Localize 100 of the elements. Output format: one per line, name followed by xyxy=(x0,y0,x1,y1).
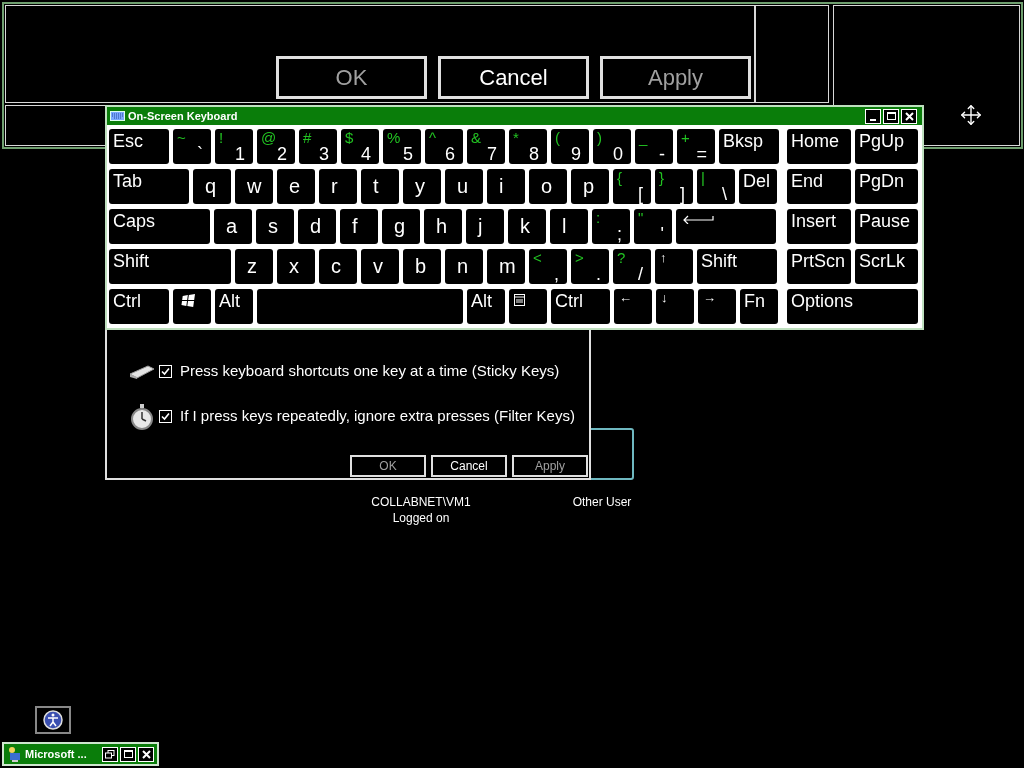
key[interactable]: n xyxy=(445,249,483,284)
accessibility-button[interactable] xyxy=(35,706,71,734)
key[interactable]: u xyxy=(445,169,483,204)
menu-key[interactable] xyxy=(509,289,547,324)
close-button[interactable] xyxy=(138,746,154,762)
key[interactable]: > . xyxy=(571,249,609,284)
key[interactable]: q xyxy=(193,169,231,204)
key[interactable]: k xyxy=(508,209,546,244)
key[interactable]: % 5 xyxy=(383,129,421,164)
key[interactable]: a xyxy=(214,209,252,244)
key[interactable]: t xyxy=(361,169,399,204)
user-name: Other User xyxy=(572,494,632,510)
taskbar-window[interactable]: Microsoft ... xyxy=(2,742,159,766)
key[interactable]: Bksp xyxy=(719,129,779,164)
key[interactable]: & 7 xyxy=(467,129,505,164)
key[interactable]: } ] xyxy=(655,169,693,204)
key[interactable]: ! 1 xyxy=(215,129,253,164)
key[interactable]: Options xyxy=(787,289,918,324)
key[interactable]: Insert xyxy=(787,209,851,244)
key[interactable]: # 3 xyxy=(299,129,337,164)
option-label: If I press keys repeatedly, ignore extra presses (Filter Keys) xyxy=(180,406,575,427)
key[interactable]: End xyxy=(787,169,851,204)
key[interactable]: m xyxy=(487,249,525,284)
key[interactable]: Fn xyxy=(740,289,778,324)
key[interactable]: y xyxy=(403,169,441,204)
key[interactable]: < , xyxy=(529,249,567,284)
key[interactable]: $ 4 xyxy=(341,129,379,164)
key[interactable]: { [ xyxy=(613,169,651,204)
key[interactable]: Home xyxy=(787,129,851,164)
key[interactable]: Pause xyxy=(855,209,918,244)
key[interactable]: ↑ xyxy=(655,249,693,284)
key[interactable]: Esc xyxy=(109,129,169,164)
maximize-button[interactable] xyxy=(883,108,899,124)
key[interactable]: → xyxy=(698,289,736,324)
windows-key[interactable] xyxy=(173,289,211,324)
move-cursor-icon xyxy=(960,104,982,126)
key[interactable]: i xyxy=(487,169,525,204)
key[interactable]: ↓ xyxy=(656,289,694,324)
key[interactable]: ) 0 xyxy=(593,129,631,164)
key[interactable]: : ; xyxy=(592,209,630,244)
keyboard-icon xyxy=(110,111,125,121)
computer-icon xyxy=(7,746,21,762)
minimize-button[interactable] xyxy=(865,108,881,124)
key[interactable]: ~ ` xyxy=(173,129,211,164)
key[interactable]: Shift xyxy=(697,249,777,284)
checkbox[interactable] xyxy=(159,410,172,423)
key[interactable]: j xyxy=(466,209,504,244)
key[interactable]: " ' xyxy=(634,209,672,244)
key[interactable]: Ctrl xyxy=(551,289,610,324)
key[interactable]: Tab xyxy=(109,169,189,204)
key[interactable]: _ - xyxy=(635,129,673,164)
key[interactable]: PgUp xyxy=(855,129,918,164)
key[interactable]: Alt xyxy=(215,289,253,324)
key[interactable]: f xyxy=(340,209,378,244)
user-status: Logged on xyxy=(392,510,450,526)
key[interactable]: + = xyxy=(677,129,715,164)
key[interactable]: PgDn xyxy=(855,169,918,204)
option-label: Press keyboard shortcuts one key at a time (Sticky Keys) xyxy=(180,361,560,382)
key[interactable]: PrtScn xyxy=(787,249,851,284)
maximize-button[interactable] xyxy=(120,746,136,762)
key[interactable]: b xyxy=(403,249,441,284)
key[interactable]: e xyxy=(277,169,315,204)
keys-icon xyxy=(129,363,155,380)
checkbox[interactable] xyxy=(159,365,172,378)
enter-key[interactable] xyxy=(676,209,776,244)
key[interactable]: | \ xyxy=(697,169,735,204)
key[interactable]: o xyxy=(529,169,567,204)
key[interactable]: h xyxy=(424,209,462,244)
key[interactable]: z xyxy=(235,249,273,284)
accessibility-icon xyxy=(43,710,63,730)
key[interactable]: x xyxy=(277,249,315,284)
dialog-button[interactable]: Cancel xyxy=(431,455,507,477)
return-arrow-icon xyxy=(682,215,714,224)
key[interactable]: ← xyxy=(614,289,652,324)
key[interactable]: w xyxy=(235,169,273,204)
key[interactable]: Caps xyxy=(109,209,210,244)
menu-icon xyxy=(514,294,525,306)
key[interactable]: v xyxy=(361,249,399,284)
key[interactable]: r xyxy=(319,169,357,204)
key[interactable]: Shift xyxy=(109,249,231,284)
key[interactable]: Ctrl xyxy=(109,289,169,324)
key[interactable]: Del xyxy=(739,169,777,204)
key[interactable]: ? / xyxy=(613,249,651,284)
windows-logo-icon xyxy=(181,294,195,307)
key[interactable]: l xyxy=(550,209,588,244)
key[interactable]: * 8 xyxy=(509,129,547,164)
key[interactable]: g xyxy=(382,209,420,244)
close-button[interactable] xyxy=(901,108,917,124)
window-title: On-Screen Keyboard xyxy=(128,108,238,124)
key[interactable]: ScrLk xyxy=(855,249,918,284)
key[interactable]: Alt xyxy=(467,289,505,324)
key[interactable]: s xyxy=(256,209,294,244)
key[interactable]: d xyxy=(298,209,336,244)
key[interactable]: @ 2 xyxy=(257,129,295,164)
key[interactable]: c xyxy=(319,249,357,284)
key[interactable]: ( 9 xyxy=(551,129,589,164)
key[interactable]: ^ 6 xyxy=(425,129,463,164)
restore-button[interactable] xyxy=(102,746,118,762)
key[interactable]: p xyxy=(571,169,609,204)
dialog-button[interactable]: Cancel xyxy=(438,56,589,99)
